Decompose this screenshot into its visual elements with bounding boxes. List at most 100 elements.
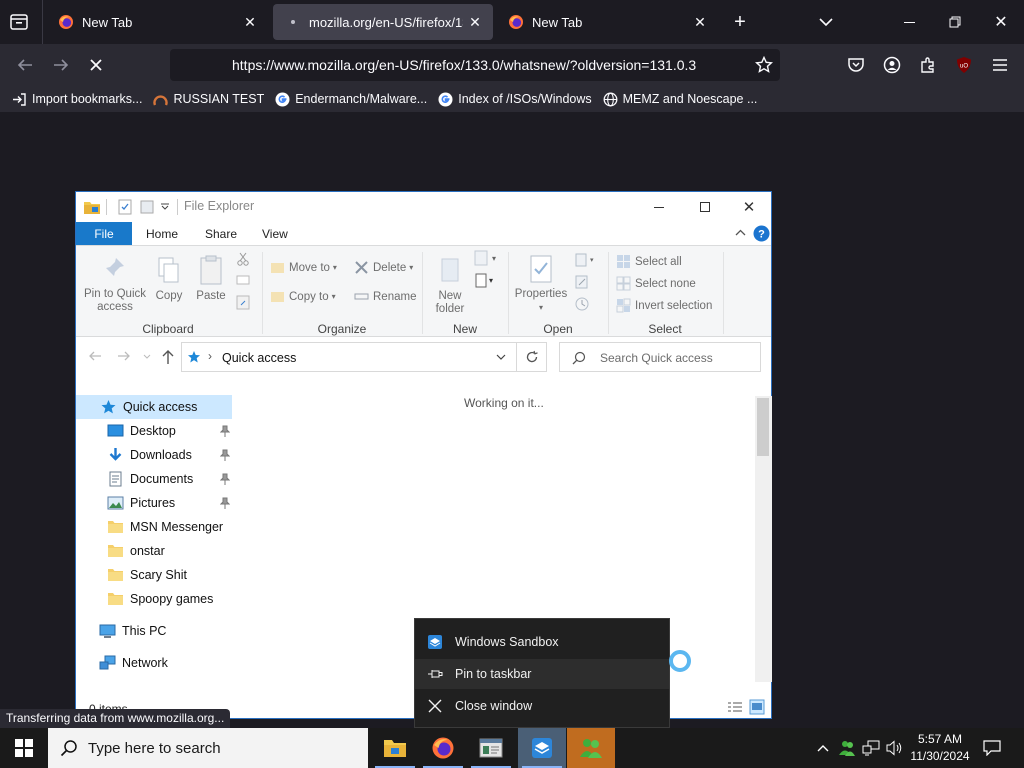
select-all-button[interactable]: Select all xyxy=(616,254,682,269)
nav-downloads[interactable]: Downloads xyxy=(76,443,232,467)
edit-icon[interactable] xyxy=(574,274,590,290)
tab-home[interactable]: Home xyxy=(146,222,178,245)
explorer-minimize-icon[interactable] xyxy=(636,192,682,222)
new-folder-quick-icon[interactable] xyxy=(139,199,155,215)
scrollbar-thumb[interactable] xyxy=(757,398,769,456)
nav-msn-messenger[interactable]: MSN Messenger xyxy=(76,515,232,539)
history-icon[interactable] xyxy=(574,296,590,312)
jump-pin-to-taskbar[interactable]: Pin to taskbar xyxy=(415,659,669,689)
restore-window-icon[interactable] xyxy=(932,0,978,44)
forward-arrow-icon[interactable] xyxy=(48,52,74,78)
refresh-button[interactable] xyxy=(517,342,547,372)
invert-selection-button[interactable]: Invert selection xyxy=(616,298,712,313)
copy-path-icon[interactable] xyxy=(236,274,250,286)
nav-desktop[interactable]: Desktop xyxy=(76,419,232,443)
collapse-ribbon-chevron-icon[interactable] xyxy=(735,229,746,237)
bookmark-russian-test[interactable]: RUSSIAN TEST xyxy=(153,92,264,107)
menu-hamburger-icon[interactable] xyxy=(988,53,1012,77)
tab-new-1[interactable]: New Tab ✕ xyxy=(46,4,268,40)
notifications-icon[interactable] xyxy=(978,728,1006,768)
nav-spoopy-games[interactable]: Spoopy games xyxy=(76,587,232,611)
copy-button[interactable]: Copy xyxy=(152,256,186,303)
pin-to-quick-access-button[interactable]: Pin to Quick access xyxy=(80,256,150,314)
nav-documents[interactable]: Documents xyxy=(76,467,232,491)
recent-locations-chevron-icon[interactable] xyxy=(143,354,151,360)
move-to-button[interactable]: Move to ▾ xyxy=(270,260,337,275)
delete-button[interactable]: Delete ▾ xyxy=(354,260,413,275)
address-bar[interactable]: › Quick access xyxy=(181,342,517,372)
close-window-icon[interactable]: ✕ xyxy=(978,0,1024,44)
extensions-icon[interactable] xyxy=(916,53,940,77)
tray-msn-icon[interactable] xyxy=(836,728,858,768)
bookmark-index-isos[interactable]: Index of /ISOs/Windows xyxy=(438,92,592,107)
bookmark-memz[interactable]: MEMZ and Noescape ... xyxy=(603,92,757,107)
list-all-tabs-chevron-icon[interactable] xyxy=(814,10,838,34)
taskbar-windows-sandbox[interactable] xyxy=(518,728,566,768)
show-hidden-icons-chevron-icon[interactable] xyxy=(812,728,834,768)
tab-mozilla[interactable]: mozilla.org/en-US/firefox/133.0 ✕ xyxy=(273,4,493,40)
content-scrollbar[interactable] xyxy=(755,396,772,682)
taskbar-file-explorer[interactable] xyxy=(371,728,419,768)
bookmark-endermanch[interactable]: Endermanch/Malware... xyxy=(275,92,427,107)
search-box[interactable]: Search Quick access xyxy=(559,342,761,372)
open-icon[interactable]: ▾ xyxy=(574,252,600,268)
ublock-origin-icon[interactable]: uO xyxy=(952,53,976,77)
details-view-icon[interactable] xyxy=(727,701,743,715)
bookmark-import[interactable]: Import bookmarks... xyxy=(12,92,142,107)
tab-new-2[interactable]: New Tab ✕ xyxy=(496,4,718,40)
rename-button[interactable]: Rename xyxy=(354,289,416,304)
new-folder-button[interactable]: New folder xyxy=(430,256,470,316)
tab-share[interactable]: Share xyxy=(205,222,237,245)
nav-pictures[interactable]: Pictures xyxy=(76,491,232,515)
stop-loading-icon[interactable] xyxy=(83,52,109,78)
jump-windows-sandbox[interactable]: Windows Sandbox xyxy=(415,627,669,657)
properties-quick-icon[interactable] xyxy=(117,199,133,215)
tab-file[interactable]: File xyxy=(76,222,132,245)
breadcrumb-chevron-icon[interactable]: › xyxy=(208,349,212,363)
start-button[interactable] xyxy=(0,728,48,768)
tab-view[interactable]: View xyxy=(262,222,288,245)
back-icon[interactable] xyxy=(88,350,102,362)
explorer-close-icon[interactable]: ✕ xyxy=(726,192,772,222)
address-history-chevron-icon[interactable] xyxy=(496,354,506,361)
close-tab-icon[interactable]: ✕ xyxy=(688,10,712,34)
url-text[interactable]: https://www.mozilla.org/en-US/firefox/13… xyxy=(232,57,696,73)
taskbar-search-box[interactable]: Type here to search xyxy=(48,728,368,768)
paste-shortcut-icon[interactable] xyxy=(236,294,250,310)
up-arrow-icon[interactable] xyxy=(162,349,174,365)
nav-network[interactable]: Network xyxy=(76,651,232,675)
jump-close-window[interactable]: Close window xyxy=(415,691,669,721)
taskbar-app-window[interactable] xyxy=(467,728,515,768)
copy-to-button[interactable]: Copy to ▾ xyxy=(270,289,336,304)
properties-button[interactable]: Properties ▾ xyxy=(512,254,570,314)
network-tray-icon[interactable] xyxy=(860,728,882,768)
easy-access-icon[interactable]: ▾ xyxy=(474,272,500,290)
volume-icon[interactable] xyxy=(884,728,906,768)
new-tab-plus-icon[interactable]: + xyxy=(728,10,752,34)
select-none-button[interactable]: Select none xyxy=(616,276,696,291)
nav-onstar[interactable]: onstar xyxy=(76,539,232,563)
large-icons-view-icon[interactable] xyxy=(749,699,765,715)
account-icon[interactable] xyxy=(880,53,904,77)
explorer-maximize-icon[interactable] xyxy=(682,192,728,222)
pocket-icon[interactable] xyxy=(844,53,868,77)
help-icon[interactable]: ? xyxy=(753,225,770,242)
nav-this-pc[interactable]: This PC xyxy=(76,619,232,643)
taskbar-msn-app[interactable] xyxy=(567,728,615,768)
system-clock[interactable]: 5:57 AM 11/30/2024 xyxy=(908,731,972,765)
close-tab-icon[interactable]: ✕ xyxy=(463,10,487,34)
back-arrow-icon[interactable] xyxy=(12,52,38,78)
customize-quick-access-chevron-icon[interactable] xyxy=(160,203,170,211)
nav-quick-access[interactable]: Quick access xyxy=(76,395,232,419)
url-bar[interactable]: https://www.mozilla.org/en-US/firefox/13… xyxy=(170,49,780,81)
tab-list-button[interactable] xyxy=(8,11,30,33)
bookmark-star-icon[interactable] xyxy=(754,55,774,75)
taskbar-firefox[interactable] xyxy=(419,728,467,768)
forward-icon[interactable] xyxy=(117,350,131,362)
cut-icon[interactable] xyxy=(236,252,250,266)
new-item-icon[interactable]: ▾ xyxy=(474,250,500,268)
nav-scary-shit[interactable]: Scary Shit xyxy=(76,563,232,587)
close-tab-icon[interactable]: ✕ xyxy=(238,10,262,34)
minimize-window-icon[interactable] xyxy=(886,0,932,44)
paste-button[interactable]: Paste xyxy=(194,254,228,303)
